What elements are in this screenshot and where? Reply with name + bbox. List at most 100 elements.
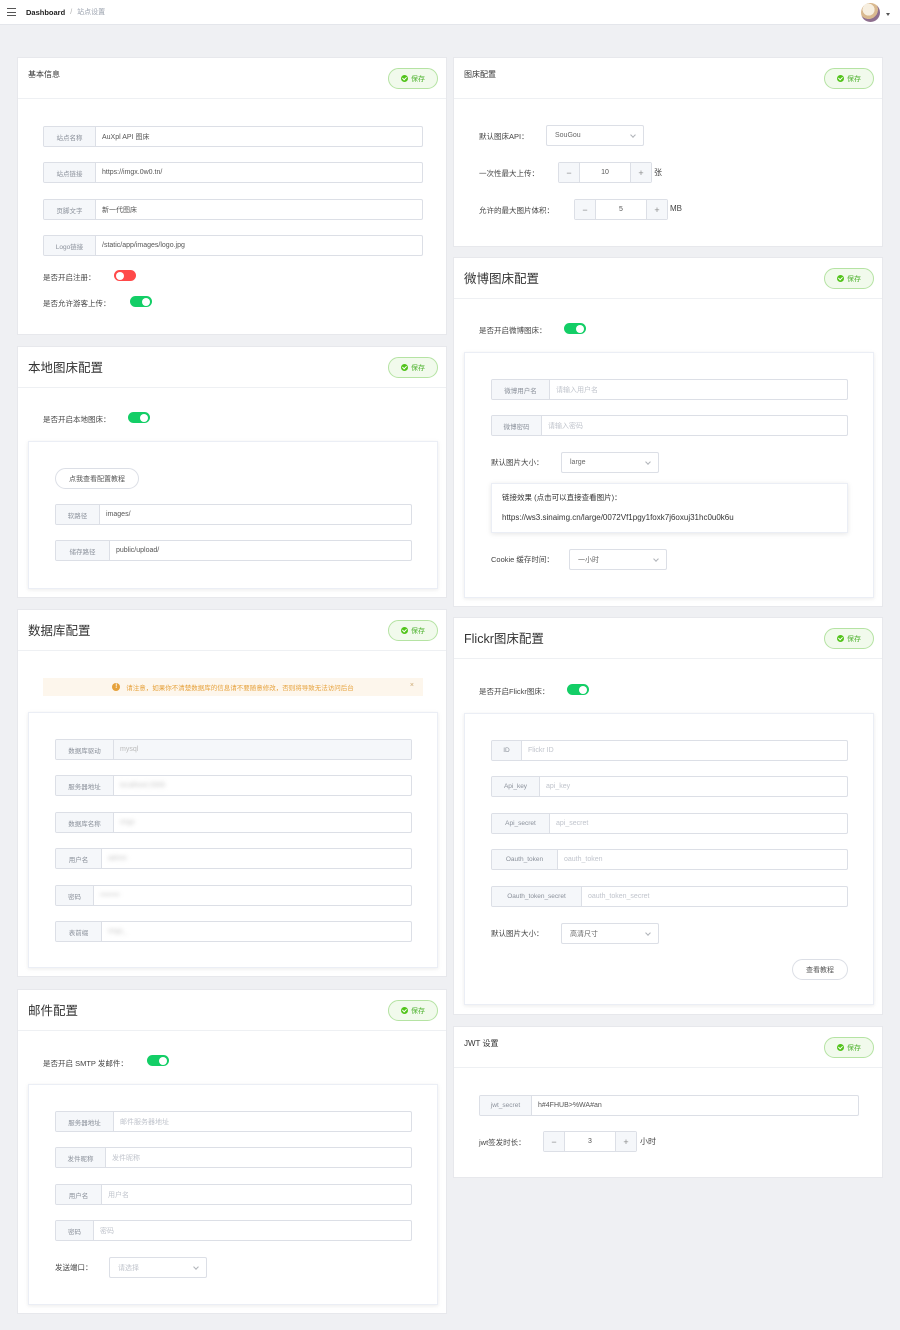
jwt-secret-field[interactable]: jwt_secret h#4FHUB>%WA#an xyxy=(479,1095,859,1116)
save-button[interactable]: 保存 xyxy=(824,628,874,649)
db-prefix-field[interactable]: 表前缀 imgx_ xyxy=(55,921,412,942)
flickr-api-secret-field[interactable]: Api_secret api_secret xyxy=(491,813,848,834)
local-storage-card: 本地图床配置 保存 是否开启本地图床： 点我查看配置教程 软路径 images/ … xyxy=(17,346,447,598)
check-circle-icon xyxy=(837,635,844,642)
smtp-enable-toggle[interactable] xyxy=(147,1055,169,1066)
weibo-size-select[interactable]: large xyxy=(561,452,659,473)
top-bar: Dashboard / 站点设置 xyxy=(0,0,900,25)
flickr-id-field[interactable]: ID Flickr ID xyxy=(491,740,848,761)
card-title: JWT 设置 xyxy=(464,1039,499,1048)
db-name-field[interactable]: 数据库名称 imgx xyxy=(55,812,412,833)
max-upload-unit: 张 xyxy=(654,168,662,177)
basic-info-card: 基本信息 保存 站点名称 AuXpl API 图床 站点链接 https://img… xyxy=(17,57,447,335)
cookie-cache-label: Cookie 缓存时间： xyxy=(491,555,554,564)
chevron-down-icon xyxy=(645,930,651,936)
weibo-size-label: 默认图片大小： xyxy=(491,458,544,467)
flickr-enable-label: 是否开启Flickr图床： xyxy=(479,687,550,696)
flickr-oauth-token-field[interactable]: Oauth_token oauth_token xyxy=(491,849,848,870)
card-header xyxy=(454,1027,882,1068)
smtp-username-field[interactable]: 用户名 用户名 xyxy=(55,1184,412,1205)
logo-url-field[interactable]: Logo链接/static/app/images/logo.jpg xyxy=(43,235,423,256)
decrement-button[interactable]: − xyxy=(559,163,580,182)
increment-button[interactable]: + xyxy=(646,200,667,219)
max-upload-stepper[interactable]: −10 + xyxy=(558,162,652,183)
warning-alert: ! 请注意，如果你不清楚数据库的信息请不要随意修改，否则将导致无法访问后台 × xyxy=(43,678,423,696)
card-title: 本地图床配置 xyxy=(28,361,104,375)
save-button[interactable]: 保存 xyxy=(388,1000,438,1021)
flickr-settings-panel: ID Flickr ID Api_key api_key Api_secret api… xyxy=(464,713,874,1005)
send-port-label: 发送端口： xyxy=(55,1263,93,1272)
database-settings-panel: 数据库驱动 mysql 服务器地址 localhost:3306 数据库名称 imgx… xyxy=(28,712,438,968)
send-port-select[interactable]: 请选择 xyxy=(109,1257,207,1278)
flickr-enable-toggle[interactable] xyxy=(567,684,589,695)
save-button[interactable]: 保存 xyxy=(824,1037,874,1058)
register-toggle[interactable] xyxy=(114,270,136,281)
save-button[interactable]: 保存 xyxy=(388,68,438,89)
save-button[interactable]: 保存 xyxy=(388,357,438,378)
mail-settings-panel: 服务器地址 邮件服务器地址 发件昵称 发件昵称 用户名 用户名 密码 密码 发送端口： … xyxy=(28,1084,438,1305)
smtp-host-field[interactable]: 服务器地址 邮件服务器地址 xyxy=(55,1111,412,1132)
cookie-cache-select[interactable]: 一小时 xyxy=(569,549,667,570)
jwt-duration-stepper[interactable]: −3 + xyxy=(543,1131,637,1152)
card-title: 基本信息 xyxy=(28,70,60,79)
database-card: 数据库配置 保存 ! 请注意，如果你不清楚数据库的信息请不要随意修改，否则将导致… xyxy=(17,609,447,977)
avatar[interactable] xyxy=(861,3,880,22)
decrement-button[interactable]: − xyxy=(575,200,596,219)
max-upload-label: 一次性最大上传： xyxy=(479,169,539,178)
link-preview-url[interactable]: https://ws3.sinaimg.cn/large/0072Vf1pgy1… xyxy=(502,513,837,522)
save-button[interactable]: 保存 xyxy=(824,268,874,289)
local-settings-panel: 点我查看配置教程 软路径 images/ 储存路径 public/upload/ xyxy=(28,441,438,589)
breadcrumb-home[interactable]: Dashboard xyxy=(26,8,65,17)
increment-button[interactable]: + xyxy=(615,1132,636,1151)
weibo-card: 微博图床配置 保存 是否开启微博图床： 微博用户名 请输入用户名 微博密码 请输入密… xyxy=(453,257,883,607)
chevron-down-icon xyxy=(653,556,659,562)
config-tutorial-button[interactable]: 点我查看配置教程 xyxy=(55,468,139,489)
local-enable-toggle[interactable] xyxy=(128,412,150,423)
smtp-enable-label: 是否开启 SMTP 发邮件： xyxy=(43,1059,128,1068)
weibo-username-field[interactable]: 微博用户名 请输入用户名 xyxy=(491,379,848,400)
flickr-oauth-secret-field[interactable]: Oauth_token_secret oauth_token_secret xyxy=(491,886,848,907)
card-title: 数据库配置 xyxy=(28,624,91,638)
weibo-enable-toggle[interactable] xyxy=(564,323,586,334)
check-circle-icon xyxy=(837,1044,844,1051)
close-icon[interactable]: × xyxy=(410,682,414,689)
sender-nickname-field[interactable]: 发件昵称 发件昵称 xyxy=(55,1147,412,1168)
storage-path-field[interactable]: 储存路径 public/upload/ xyxy=(55,540,412,561)
jwt-duration-label: jwt签发时长： xyxy=(479,1138,526,1147)
flickr-card: Flickr图床配置 保存 是否开启Flickr图床： ID Flickr ID … xyxy=(453,617,883,1015)
db-username-field[interactable]: 用户名 admin xyxy=(55,848,412,869)
default-api-label: 默认图床API： xyxy=(479,132,529,141)
check-circle-icon xyxy=(837,75,844,82)
db-host-field[interactable]: 服务器地址 localhost:3306 xyxy=(55,775,412,796)
smtp-password-field[interactable]: 密码 密码 xyxy=(55,1220,412,1241)
check-circle-icon xyxy=(401,75,408,82)
flickr-size-select[interactable]: 高清尺寸 xyxy=(561,923,659,944)
site-url-field[interactable]: 站点链接 https://imgx.0w0.tn/ xyxy=(43,162,423,183)
default-api-select[interactable]: SouGou xyxy=(546,125,644,146)
decrement-button[interactable]: − xyxy=(544,1132,565,1151)
max-size-stepper[interactable]: −5 + xyxy=(574,199,668,220)
check-circle-icon xyxy=(837,275,844,282)
footer-text-field[interactable]: 页脚文字 新一代图床 xyxy=(43,199,423,220)
site-name-field[interactable]: 站点名称 AuXpl API 图床 xyxy=(43,126,423,147)
increment-button[interactable]: + xyxy=(630,163,651,182)
register-label: 是否开启注册： xyxy=(43,273,96,282)
mail-card: 邮件配置 保存 是否开启 SMTP 发邮件： 服务器地址 邮件服务器地址 发件昵称… xyxy=(17,989,447,1314)
soft-path-field[interactable]: 软路径 images/ xyxy=(55,504,412,525)
chevron-down-icon[interactable] xyxy=(886,13,890,16)
link-preview-box: 链接效果 (点击可以直接查看图片)： https://ws3.sinaimg.c… xyxy=(491,483,848,533)
guest-upload-toggle[interactable] xyxy=(130,296,152,307)
db-password-field[interactable]: 密码 •••••••• xyxy=(55,885,412,906)
db-driver-field[interactable]: 数据库驱动 mysql xyxy=(55,739,412,760)
flickr-tutorial-button[interactable]: 查看教程 xyxy=(792,959,848,980)
flickr-api-key-field[interactable]: Api_key api_key xyxy=(491,776,848,797)
save-button[interactable]: 保存 xyxy=(388,620,438,641)
imgbed-config-card: 图床配置 保存 默认图床API： SouGou 一次性最大上传： −10 + 张 … xyxy=(453,57,883,247)
chevron-down-icon xyxy=(193,1264,199,1270)
check-circle-icon xyxy=(401,1007,408,1014)
weibo-password-field[interactable]: 微博密码 请输入密码 xyxy=(491,415,848,436)
hamburger-menu-icon[interactable] xyxy=(7,8,16,16)
alert-text: 请注意，如果你不清楚数据库的信息请不要随意修改，否则将导致无法访问后台 xyxy=(126,685,354,692)
card-header xyxy=(18,58,446,99)
save-button[interactable]: 保存 xyxy=(824,68,874,89)
